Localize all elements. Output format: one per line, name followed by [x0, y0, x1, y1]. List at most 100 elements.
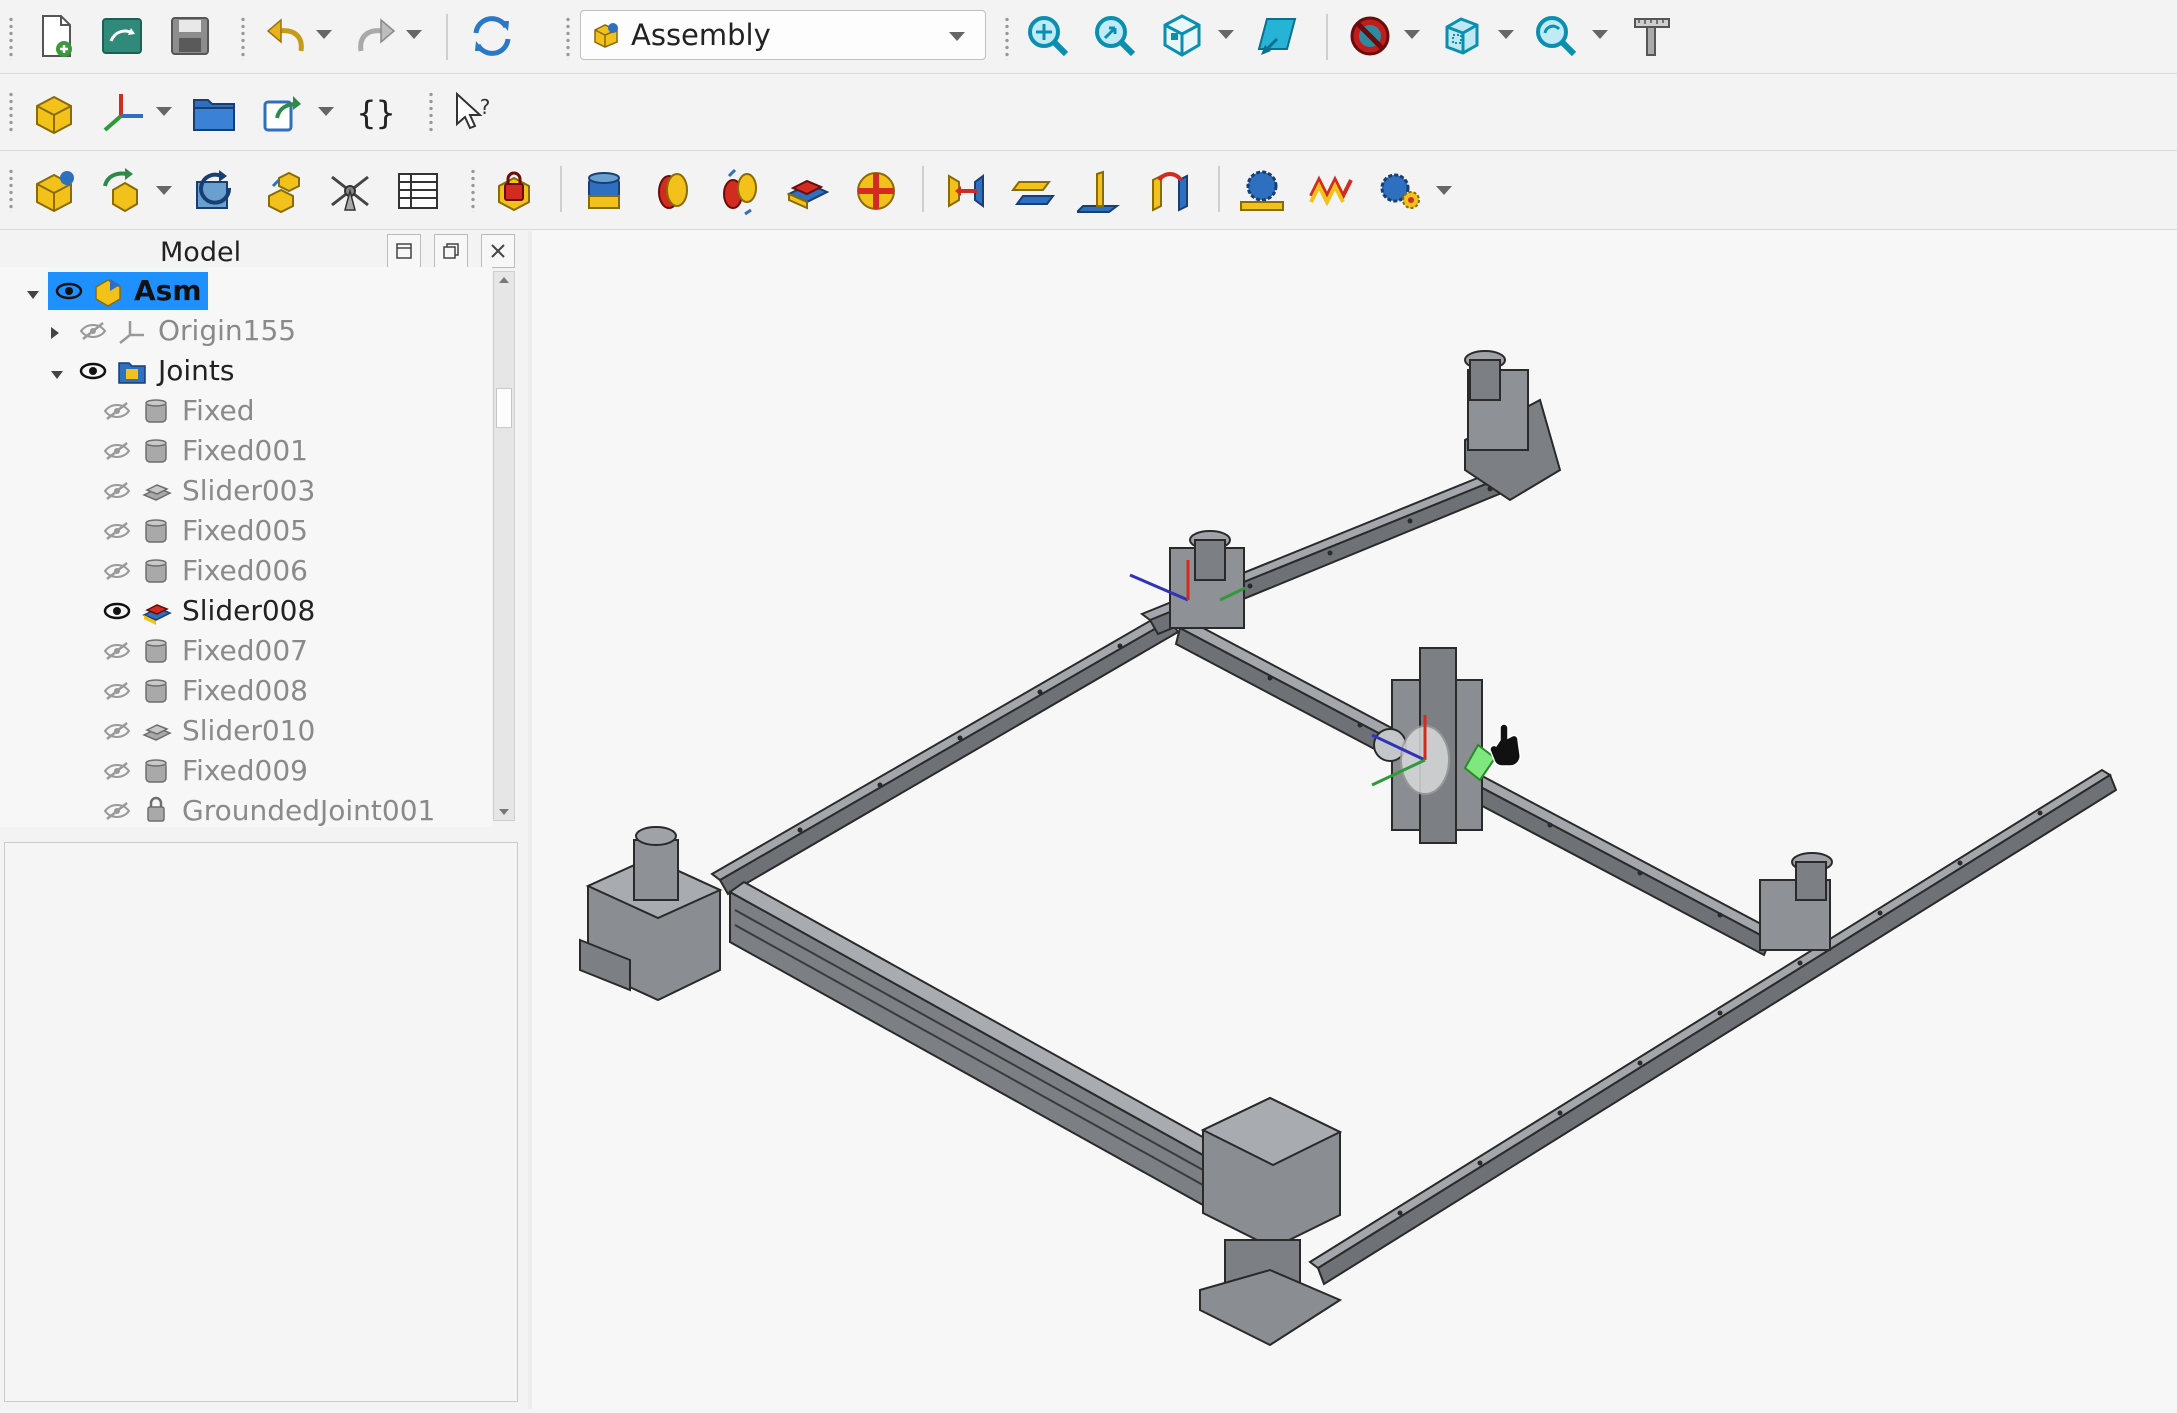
- left-extrusion-beam[interactable]: [728, 880, 1246, 1222]
- angle-joint-button[interactable]: [1140, 161, 1200, 221]
- toolbar-grip[interactable]: [1004, 16, 1010, 60]
- eye-hidden-icon[interactable]: [102, 399, 132, 423]
- solve-assembly-button[interactable]: [184, 161, 244, 221]
- redo-button[interactable]: [346, 6, 406, 66]
- bounding-box-dropdown-icon[interactable]: [1498, 30, 1514, 39]
- collapse-arrow-icon[interactable]: [26, 285, 40, 304]
- undo-button[interactable]: [256, 6, 316, 66]
- 3d-viewport[interactable]: [532, 231, 2177, 1409]
- fixed-joint-button[interactable]: [574, 161, 634, 221]
- eye-icon[interactable]: [54, 279, 84, 303]
- workbench-selector[interactable]: Assembly: [580, 10, 986, 60]
- fit-all-button[interactable]: [1018, 6, 1078, 66]
- insert-dropdown-icon[interactable]: [156, 186, 172, 195]
- new-assembly-button[interactable]: [24, 161, 84, 221]
- ground-joint-button[interactable]: [484, 161, 544, 221]
- tree-item-slider008[interactable]: Slider008: [0, 591, 490, 631]
- tree-item-slider003[interactable]: Slider003: [0, 471, 490, 511]
- bill-of-materials-button[interactable]: [388, 161, 448, 221]
- open-file-button[interactable]: [92, 6, 152, 66]
- toolbar-grip[interactable]: [8, 91, 14, 135]
- eye-icon[interactable]: [102, 599, 132, 623]
- link-dropdown-icon[interactable]: [318, 107, 334, 116]
- front-right-rail[interactable]: [1308, 768, 2118, 1286]
- front-left-motor[interactable]: [579, 826, 723, 1002]
- slider-joint-button[interactable]: [778, 161, 838, 221]
- scrollbar-thumb[interactable]: [496, 388, 512, 428]
- create-part-button[interactable]: [24, 83, 84, 143]
- tree-item-fixed006[interactable]: Fixed006: [0, 551, 490, 591]
- tree-item-groundedjoint001[interactable]: GroundedJoint001: [0, 791, 490, 831]
- eye-hidden-icon[interactable]: [102, 679, 132, 703]
- zoom-dropdown-icon[interactable]: [1592, 30, 1608, 39]
- gears-joint-button[interactable]: [1370, 161, 1430, 221]
- view-sketch-button[interactable]: [1248, 6, 1308, 66]
- coordinate-system-dropdown-icon[interactable]: [156, 107, 172, 116]
- parallel-joint-button[interactable]: [1004, 161, 1064, 221]
- expand-arrow-icon[interactable]: [50, 325, 60, 344]
- bottom-motor[interactable]: [1199, 1096, 1343, 1347]
- eye-hidden-icon[interactable]: [102, 519, 132, 543]
- ball-joint-button[interactable]: [846, 161, 906, 221]
- group-button[interactable]: [184, 83, 244, 143]
- scroll-up-icon[interactable]: [496, 274, 512, 286]
- tree-item-fixed008[interactable]: Fixed008: [0, 671, 490, 711]
- perpendicular-joint-button[interactable]: [1072, 161, 1132, 221]
- coordinate-system-button[interactable]: [94, 83, 154, 143]
- toolbar-grip[interactable]: [565, 16, 571, 60]
- measure-button[interactable]: [1622, 6, 1682, 66]
- revolute-joint-button[interactable]: [642, 161, 702, 221]
- toolbar-grip[interactable]: [8, 168, 14, 212]
- front-right-idler[interactable]: [1759, 852, 1833, 951]
- eye-hidden-icon[interactable]: [102, 799, 132, 823]
- gantry-carriage[interactable]: [1371, 647, 1497, 844]
- tree-item-slider010[interactable]: Slider010: [0, 711, 490, 751]
- toolbar-grip[interactable]: [8, 16, 14, 60]
- tree-item-origin155[interactable]: Origin155: [0, 311, 490, 351]
- insert-component-button[interactable]: [94, 161, 154, 221]
- bounding-box-button[interactable]: [1432, 6, 1492, 66]
- screw-joint-button[interactable]: [1300, 161, 1360, 221]
- eye-icon[interactable]: [78, 359, 108, 383]
- panel-float-button[interactable]: [387, 234, 421, 268]
- variable-set-button[interactable]: {}: [346, 83, 406, 143]
- redo-dropdown-icon[interactable]: [406, 30, 422, 39]
- tree-item-asm[interactable]: Asm: [0, 271, 490, 311]
- exploded-view-button[interactable]: [254, 161, 314, 221]
- eye-hidden-icon[interactable]: [102, 639, 132, 663]
- draw-style-dropdown-icon[interactable]: [1404, 30, 1420, 39]
- tree-item-fixed[interactable]: Fixed: [0, 391, 490, 431]
- tree-item-fixed007[interactable]: Fixed007: [0, 631, 490, 671]
- tree-item-joints[interactable]: Joints: [0, 351, 490, 391]
- zoom-button[interactable]: [1526, 6, 1586, 66]
- gears-dropdown-icon[interactable]: [1436, 186, 1452, 195]
- distance-joint-button[interactable]: [936, 161, 996, 221]
- panel-undock-button[interactable]: [434, 234, 468, 268]
- make-link-button[interactable]: [252, 83, 312, 143]
- eye-hidden-icon[interactable]: [102, 439, 132, 463]
- eye-hidden-icon[interactable]: [78, 319, 108, 343]
- new-file-button[interactable]: [26, 6, 86, 66]
- back-right-idler[interactable]: [1464, 350, 1562, 502]
- save-button[interactable]: [160, 6, 220, 66]
- fit-selection-button[interactable]: [1085, 6, 1145, 66]
- rack-pinion-button[interactable]: [1232, 161, 1292, 221]
- simulation-button[interactable]: [320, 161, 380, 221]
- eye-hidden-icon[interactable]: [102, 719, 132, 743]
- tree-item-fixed005[interactable]: Fixed005: [0, 511, 490, 551]
- toolbar-grip[interactable]: [428, 91, 434, 135]
- tree-scrollbar[interactable]: [493, 271, 515, 821]
- isometric-view-button[interactable]: [1152, 6, 1212, 66]
- left-back-rail[interactable]: [710, 612, 1180, 896]
- whats-this-button[interactable]: ?: [442, 83, 502, 143]
- tree-item-fixed001[interactable]: Fixed001: [0, 431, 490, 471]
- cylindrical-joint-button[interactable]: [710, 161, 770, 221]
- view-dropdown-icon[interactable]: [1218, 30, 1234, 39]
- eye-hidden-icon[interactable]: [102, 559, 132, 583]
- undo-dropdown-icon[interactable]: [316, 30, 332, 39]
- toolbar-grip[interactable]: [470, 168, 476, 212]
- refresh-button[interactable]: [462, 6, 522, 66]
- panel-close-button[interactable]: [481, 234, 515, 268]
- eye-hidden-icon[interactable]: [102, 479, 132, 503]
- scroll-down-icon[interactable]: [496, 806, 512, 818]
